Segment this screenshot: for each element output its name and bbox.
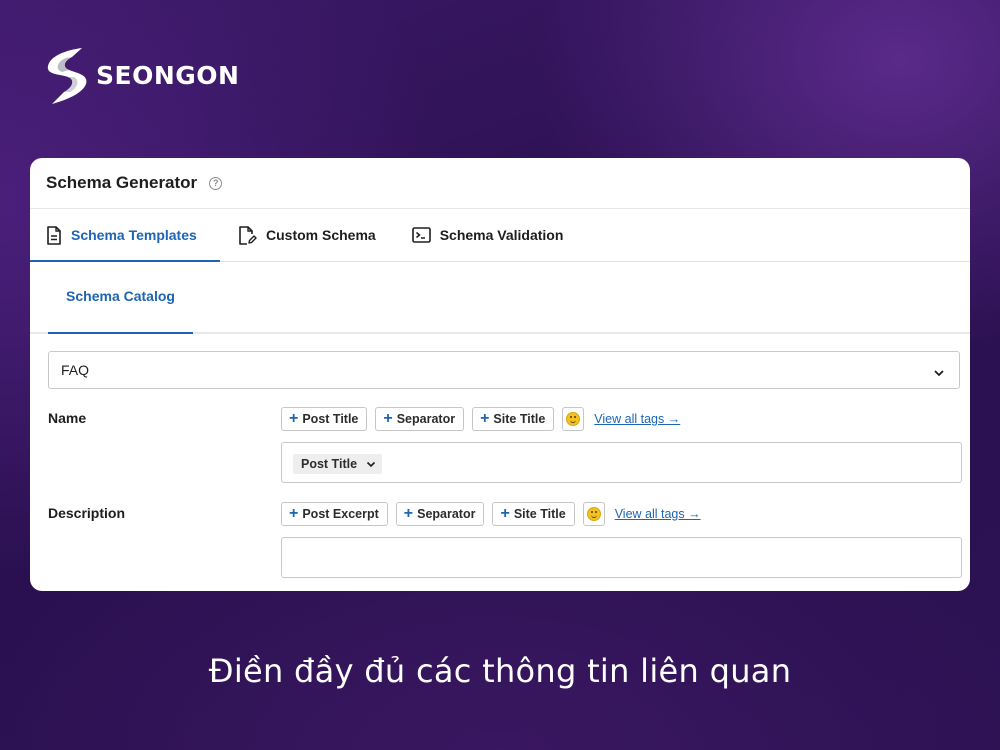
emoji-picker-button[interactable]: [562, 407, 585, 431]
description-field-label: Description: [48, 505, 126, 521]
panel-title: Schema Generator: [46, 173, 198, 192]
main-tabs: Schema Templates Custom Schema Schema Va…: [30, 209, 970, 262]
seongon-logo-icon: [47, 48, 87, 104]
tab-label: Schema Validation: [439, 227, 564, 243]
description-tag-row: + Post Excerpt + Separator + Site Title …: [281, 502, 701, 526]
insert-post-excerpt-tag-button[interactable]: + Post Excerpt: [281, 502, 388, 526]
caption-text: Điền đầy đủ các thông tin liên quan: [208, 652, 792, 690]
plus-icon: +: [403, 505, 414, 522]
tag-label: Site Title: [513, 507, 566, 521]
sub-tabs: Schema Catalog: [30, 262, 970, 334]
chip-label: Post Title: [301, 457, 358, 471]
tag-label: Separator: [396, 412, 456, 426]
plus-icon: +: [289, 410, 299, 427]
plus-icon: +: [480, 410, 490, 427]
insert-site-title-tag-button[interactable]: + Site Title: [492, 502, 575, 526]
chevron-down-icon[interactable]: [366, 461, 376, 468]
name-field-label: Name: [48, 410, 87, 426]
tab-schema-templates[interactable]: Schema Templates: [30, 209, 220, 262]
plus-icon: +: [383, 410, 393, 427]
view-all-tags-link[interactable]: View all tags →: [594, 412, 680, 426]
terminal-icon: [411, 227, 431, 243]
tag-label: Post Excerpt: [302, 507, 379, 521]
panel-header: Schema Generator ?: [30, 158, 970, 209]
emoji-picker-button[interactable]: [582, 502, 605, 526]
tab-schema-validation[interactable]: Schema Validation: [394, 209, 582, 261]
brand-name: SEONGON: [96, 60, 240, 90]
tab-label: Schema Templates: [71, 227, 197, 243]
insert-post-title-tag-button[interactable]: + Post Title: [281, 407, 368, 431]
insert-separator-tag-button[interactable]: + Separator: [375, 407, 465, 431]
emoji-icon: [566, 412, 581, 426]
schema-type-value: FAQ: [61, 362, 90, 378]
name-input[interactable]: Post Title: [281, 442, 962, 483]
schema-type-select[interactable]: FAQ: [48, 351, 960, 389]
question-circle-icon[interactable]: ?: [209, 176, 223, 190]
plus-icon: +: [289, 505, 299, 522]
insert-site-title-tag-button[interactable]: + Site Title: [472, 407, 555, 431]
tab-custom-schema[interactable]: Custom Schema: [220, 209, 394, 261]
chevron-down-icon: [933, 364, 945, 380]
tab-schema-catalog[interactable]: Schema Catalog: [48, 288, 193, 334]
edit-document-icon: [238, 225, 257, 245]
document-icon: [46, 225, 62, 245]
name-tag-row: + Post Title + Separator + Site Title Vi…: [281, 407, 680, 431]
tag-label: Separator: [417, 507, 476, 521]
tab-label: Custom Schema: [266, 227, 376, 243]
schema-generator-panel: Schema Generator ? Schema Templates Cust…: [30, 158, 970, 591]
post-title-tag-chip[interactable]: Post Title: [293, 454, 383, 474]
plus-icon: +: [500, 505, 510, 522]
insert-separator-tag-button[interactable]: + Separator: [395, 502, 485, 526]
brand-logo: SEONGON: [42, 44, 239, 106]
view-all-tags-link[interactable]: View all tags →: [615, 507, 701, 521]
tag-label: Site Title: [493, 412, 546, 426]
description-input[interactable]: [281, 537, 962, 578]
emoji-icon: [586, 507, 601, 521]
tag-label: Post Title: [302, 412, 359, 426]
